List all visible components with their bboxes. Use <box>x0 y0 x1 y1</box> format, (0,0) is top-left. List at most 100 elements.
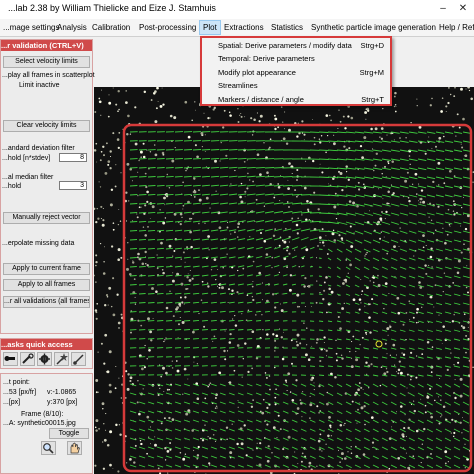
minimize-icon[interactable]: – <box>434 2 452 16</box>
velocity-vector <box>327 428 334 433</box>
interpolate-missing-checkbox-label[interactable]: ...erpolate missing data <box>2 239 74 248</box>
velocity-vector <box>390 302 397 306</box>
menu-temporal-derive[interactable]: Temporal: Derive parameters <box>202 53 390 65</box>
velocity-vector <box>210 338 217 340</box>
menu-streamlines[interactable]: Streamlines <box>202 80 390 92</box>
menu-post-processing[interactable]: Post-processing <box>136 21 199 34</box>
velocity-vector <box>138 383 146 387</box>
velocity-vector <box>408 419 415 424</box>
velocity-vector <box>192 211 201 214</box>
velocity-vector <box>444 194 453 198</box>
info-panel: ...t point: ...53 [px/fr] v:-1.0865 ...[… <box>0 373 93 474</box>
velocity-vector <box>210 292 218 295</box>
menu-modify-plot-appearance[interactable]: Modify plot appearance Strg+M <box>202 67 390 79</box>
velocity-vector <box>264 237 273 241</box>
zoom-icon[interactable] <box>41 441 56 455</box>
velocity-vector <box>192 274 200 277</box>
velocity-vector <box>453 383 461 388</box>
velocity-vector <box>255 158 265 160</box>
velocity-vector <box>345 293 351 296</box>
velocity-vector <box>363 302 369 306</box>
velocity-vector <box>417 302 424 306</box>
velocity-vector <box>408 293 415 297</box>
apply-current-frame-button[interactable]: Apply to current frame <box>3 263 90 275</box>
clear-velocity-limits-button[interactable]: Clear velocity limits <box>3 120 90 132</box>
menu-spatial-derive[interactable]: Spatial: Derive parameters / modify data… <box>202 40 390 52</box>
velocity-vector <box>336 455 343 460</box>
apply-all-frames-button[interactable]: Apply to all frames <box>3 279 90 291</box>
brush-icon[interactable] <box>71 352 86 366</box>
run-icon[interactable] <box>3 352 18 366</box>
velocity-vector <box>417 374 424 377</box>
velocity-vector <box>354 302 360 305</box>
velocity-vector <box>417 167 427 171</box>
velocity-vector <box>129 266 137 268</box>
velocity-vector <box>264 292 270 295</box>
velocity-vector <box>174 383 182 387</box>
velocity-vector <box>264 219 274 223</box>
velocity-vector <box>327 392 334 397</box>
menu-analysis[interactable]: Analysis <box>54 21 90 34</box>
velocity-vector <box>255 437 262 441</box>
velocity-vector <box>426 437 434 442</box>
velocity-vector <box>444 464 452 469</box>
vector-plot-area[interactable] <box>94 87 474 474</box>
close-icon[interactable]: ✕ <box>454 2 472 16</box>
menu-calibration[interactable]: Calibration <box>89 21 133 34</box>
toggle-button[interactable]: Toggle <box>49 428 89 439</box>
menu-statistics[interactable]: Statistics <box>268 21 306 34</box>
magic-wand-icon[interactable] <box>54 352 69 366</box>
select-velocity-limits-button[interactable]: Select velocity limits <box>3 56 90 68</box>
velocity-vector <box>426 212 435 216</box>
velocity-vector <box>138 229 147 232</box>
velocity-vector <box>282 283 288 286</box>
velocity-vector <box>435 329 443 332</box>
velocity-vector <box>444 275 452 279</box>
velocity-vector <box>174 283 182 286</box>
velocity-vector <box>435 275 443 279</box>
velocity-vector <box>282 464 289 468</box>
velocity-vector <box>462 266 470 270</box>
velocity-vector <box>336 401 343 406</box>
velocity-vector <box>381 257 389 262</box>
velocity-vector <box>354 320 360 323</box>
velocity-vector <box>201 238 210 241</box>
velocity-vector <box>138 247 146 250</box>
manually-reject-vector-button[interactable]: Manually reject vector <box>3 212 90 224</box>
velocity-vector <box>444 140 454 143</box>
clear-all-validations-button[interactable]: ...r all validations (all frames) <box>3 296 90 308</box>
wrench-icon[interactable] <box>20 352 35 366</box>
velocity-vector <box>291 202 303 205</box>
menu-plot[interactable]: Plot <box>199 20 221 35</box>
pan-hand-icon[interactable] <box>67 441 82 455</box>
velocity-vector <box>408 185 418 189</box>
limit-status-text: Limit inactive <box>19 82 60 89</box>
median-threshold-input[interactable]: 3 <box>59 181 87 190</box>
velocity-vector <box>336 167 347 170</box>
velocity-vector <box>300 284 305 286</box>
velocity-vector <box>147 293 155 295</box>
velocity-vector <box>255 220 265 223</box>
std-threshold-input[interactable]: 8 <box>59 153 87 162</box>
velocity-vector <box>417 230 426 234</box>
velocity-vector <box>408 338 415 341</box>
velocity-vector <box>228 238 237 241</box>
velocity-vector <box>453 311 461 315</box>
velocity-vector <box>363 374 370 377</box>
velocity-vector <box>246 310 253 313</box>
velocity-vector <box>462 383 470 388</box>
left-panel: ...r validation (CTRL+V) Select velocity… <box>0 37 95 474</box>
menu-extractions[interactable]: Extractions <box>221 21 267 34</box>
velocity-vector <box>363 257 370 262</box>
display-all-frames-checkbox-label[interactable]: ...play all frames in scatterplot <box>2 71 95 80</box>
velocity-vector <box>453 437 461 442</box>
menu-help[interactable]: Help / Refe... <box>436 21 474 34</box>
velocity-vector <box>237 238 246 241</box>
gear-icon[interactable] <box>37 352 52 366</box>
velocity-vector <box>336 230 347 235</box>
menu-synthetic-particle[interactable]: Synthetic particle image generation <box>308 21 439 34</box>
velocity-vector <box>219 193 229 196</box>
velocity-vector <box>354 212 365 216</box>
velocity-vector <box>165 247 173 250</box>
menu-markers-distance-angle[interactable]: Markers / distance / angle Strg+T <box>202 94 390 106</box>
